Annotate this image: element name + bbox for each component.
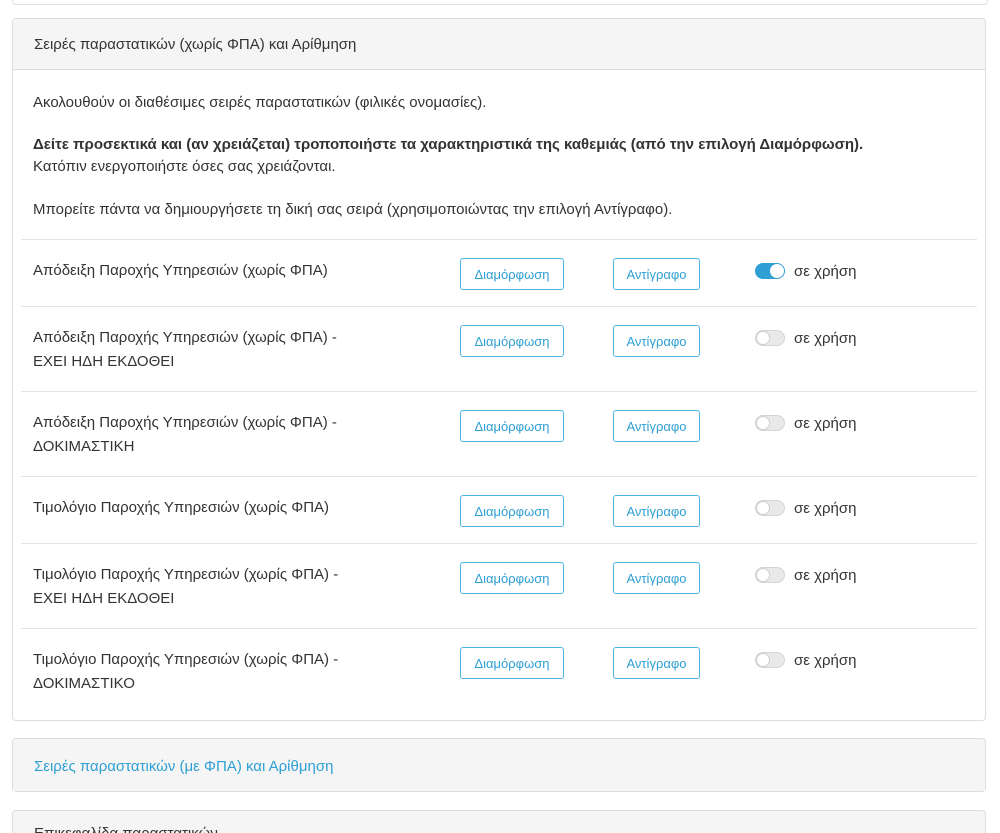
series-row: Απόδειξη Παροχής Υπηρεσιών (χωρίς ΦΠΑ) Δι… <box>21 240 977 307</box>
panel-body: Ακολουθούν οι διαθέσιμες σειρές παραστατ… <box>13 70 985 714</box>
panel-heading[interactable]: Σειρές παραστατικών (χωρίς ΦΠΑ) και Αρίθ… <box>13 19 985 70</box>
series-name: Απόδειξη Παροχής Υπηρεσιών (χωρίς ΦΠΑ) -… <box>33 326 413 374</box>
series-name-line-1: Τιμολόγιο Παροχής Υπηρεσιών (χωρίς ΦΠΑ) … <box>33 651 339 668</box>
document-header-panel: Επικεφαλίδα παραστατικών <box>12 810 986 833</box>
toggle-knob <box>756 501 770 515</box>
toggle-knob <box>756 331 770 345</box>
configure-button[interactable]: Διαμόρφωση <box>460 258 564 290</box>
configure-button[interactable]: Διαμόρφωση <box>460 647 564 679</box>
in-use-label: σε χρήση <box>794 651 857 669</box>
series-name: Τιμολόγιο Παροχής Υπηρεσιών (χωρίς ΦΠΑ) … <box>33 648 413 696</box>
panel-heading-link[interactable]: Σειρές παραστατικών (με ΦΠΑ) και Αρίθμησ… <box>13 739 985 791</box>
intro-line-2: Δείτε προσεκτικά και (αν χρειάζεται) τρο… <box>33 114 965 178</box>
copy-button[interactable]: Αντίγραφο <box>613 325 700 357</box>
in-use-toggle-group: σε χρήση <box>755 259 856 283</box>
in-use-label: σε χρήση <box>794 499 857 517</box>
page: Σειρές παραστατικών (χωρίς ΦΠΑ) και Αρίθ… <box>0 0 1000 833</box>
configure-button[interactable]: Διαμόρφωση <box>460 410 564 442</box>
in-use-label: σε χρήση <box>794 262 857 280</box>
in-use-toggle-group: σε χρήση <box>755 326 856 350</box>
panel-heading[interactable]: Επικεφαλίδα παραστατικών <box>13 811 985 833</box>
series-row: Απόδειξη Παροχής Υπηρεσιών (χωρίς ΦΠΑ) -… <box>21 307 977 392</box>
series-row: Απόδειξη Παροχής Υπηρεσιών (χωρίς ΦΠΑ) -… <box>21 392 977 477</box>
series-without-vat-panel: Σειρές παραστατικών (χωρίς ΦΠΑ) και Αρίθ… <box>12 18 986 721</box>
series-name: Τιμολόγιο Παροχής Υπηρεσιών (χωρίς ΦΠΑ) <box>33 496 413 520</box>
series-name-line-1: Τιμολόγιο Παροχής Υπηρεσιών (χωρίς ΦΠΑ) … <box>33 566 339 583</box>
copy-button[interactable]: Αντίγραφο <box>613 410 700 442</box>
in-use-toggle[interactable] <box>755 330 785 346</box>
series-name-line-2: ΔΟΚΙΜΑΣΤΙΚΟ <box>33 675 135 692</box>
copy-button[interactable]: Αντίγραφο <box>613 647 700 679</box>
copy-button[interactable]: Αντίγραφο <box>613 258 700 290</box>
in-use-label: σε χρήση <box>794 566 857 584</box>
configure-button[interactable]: Διαμόρφωση <box>460 325 564 357</box>
in-use-label: σε χρήση <box>794 329 857 347</box>
copy-button[interactable]: Αντίγραφο <box>613 495 700 527</box>
intro-text: Ακολουθούν οι διαθέσιμες σειρές παραστατ… <box>21 70 977 221</box>
series-name-line-2: ΔΟΚΙΜΑΣΤΙΚΗ <box>33 438 135 455</box>
series-name: Απόδειξη Παροχής Υπηρεσιών (χωρίς ΦΠΑ) <box>33 259 413 283</box>
series-name-line-2: ΕΧΕΙ ΗΔΗ ΕΚΔΟΘΕΙ <box>33 590 175 607</box>
series-name: Απόδειξη Παροχής Υπηρεσιών (χωρίς ΦΠΑ) -… <box>33 411 413 459</box>
series-row: Τιμολόγιο Παροχής Υπηρεσιών (χωρίς ΦΠΑ) … <box>21 629 977 714</box>
series-list: Απόδειξη Παροχής Υπηρεσιών (χωρίς ΦΠΑ) Δι… <box>21 239 977 714</box>
in-use-label: σε χρήση <box>794 414 857 432</box>
intro-bold-text: Δείτε προσεκτικά και (αν χρειάζεται) τρο… <box>33 136 864 153</box>
configure-button[interactable]: Διαμόρφωση <box>460 495 564 527</box>
in-use-toggle-group: σε χρήση <box>755 648 856 672</box>
series-name-line-1: Απόδειξη Παροχής Υπηρεσιών (χωρίς ΦΠΑ) <box>33 262 328 279</box>
series-name-line-2: ΕΧΕΙ ΗΔΗ ΕΚΔΟΘΕΙ <box>33 353 175 370</box>
series-with-vat-panel: Σειρές παραστατικών (με ΦΠΑ) και Αρίθμησ… <box>12 738 986 792</box>
series-row: Τιμολόγιο Παροχής Υπηρεσιών (χωρίς ΦΠΑ) … <box>21 544 977 629</box>
intro-activate-text: Κατόπιν ενεργοποιήστε όσες σας χρειάζοντ… <box>33 158 336 175</box>
previous-panel-bottom-edge <box>12 0 988 5</box>
in-use-toggle-group: σε χρήση <box>755 563 856 587</box>
intro-line-3: Μπορείτε πάντα να δημιουργήσετε τη δική … <box>33 201 673 218</box>
in-use-toggle-group: σε χρήση <box>755 411 856 435</box>
in-use-toggle[interactable] <box>755 263 785 279</box>
toggle-knob <box>756 416 770 430</box>
in-use-toggle[interactable] <box>755 415 785 431</box>
in-use-toggle[interactable] <box>755 500 785 516</box>
panel-title: Σειρές παραστατικών (χωρίς ΦΠΑ) και Αρίθ… <box>34 35 357 53</box>
series-row: Τιμολόγιο Παροχής Υπηρεσιών (χωρίς ΦΠΑ) Δ… <box>21 477 977 544</box>
copy-button[interactable]: Αντίγραφο <box>613 562 700 594</box>
intro-line-1: Ακολουθούν οι διαθέσιμες σειρές παραστατ… <box>33 94 487 111</box>
in-use-toggle[interactable] <box>755 567 785 583</box>
in-use-toggle[interactable] <box>755 652 785 668</box>
configure-button[interactable]: Διαμόρφωση <box>460 562 564 594</box>
panel-title: Επικεφαλίδα παραστατικών <box>34 825 218 833</box>
series-name-line-1: Απόδειξη Παροχής Υπηρεσιών (χωρίς ΦΠΑ) - <box>33 414 337 431</box>
panel-title[interactable]: Σειρές παραστατικών (με ΦΠΑ) και Αρίθμησ… <box>34 758 333 775</box>
toggle-knob <box>756 653 770 667</box>
series-name-line-1: Τιμολόγιο Παροχής Υπηρεσιών (χωρίς ΦΠΑ) <box>33 499 330 516</box>
toggle-knob <box>770 264 784 278</box>
toggle-knob <box>756 568 770 582</box>
series-name: Τιμολόγιο Παροχής Υπηρεσιών (χωρίς ΦΠΑ) … <box>33 563 413 611</box>
series-name-line-1: Απόδειξη Παροχής Υπηρεσιών (χωρίς ΦΠΑ) - <box>33 329 337 346</box>
in-use-toggle-group: σε χρήση <box>755 496 856 520</box>
